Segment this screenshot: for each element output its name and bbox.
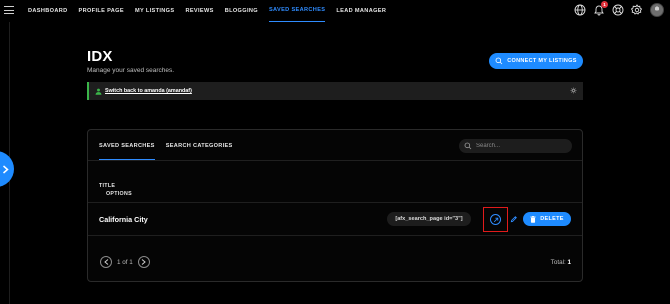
avatar[interactable] [650,3,664,17]
saved-search-title: California City [99,215,148,224]
page-title: IDX [87,48,113,65]
nav-item-reviews[interactable]: REVIEWS [185,0,213,22]
delete-label: DELETE [540,216,564,222]
chevron-right-icon [3,164,9,174]
top-navigation: DASHBOARD PROFILE PAGE MY LISTINGS REVIE… [0,0,670,22]
connect-my-listings-label: CONNECT MY LISTINGS [507,58,577,64]
search-input[interactable] [476,143,566,149]
settings-icon[interactable] [570,87,577,94]
page-subtitle: Manage your saved searches. [87,67,175,74]
open-search-button[interactable] [483,207,508,232]
switch-back-link[interactable]: Switch back to amanda (amandaf) [105,88,192,94]
delete-button[interactable]: DELETE [523,212,571,226]
search-icon [464,142,472,150]
nav-icons: 1 [568,1,664,17]
nav-item-blogging[interactable]: BLOGGING [225,0,258,22]
search-icon [495,57,503,65]
nav-links: DASHBOARD PROFILE PAGE MY LISTINGS REVIE… [28,0,397,22]
shortcode-badge[interactable]: [afx_search_page id="3"] [387,212,471,226]
total-count: Total: 1 [551,259,571,266]
previous-page-button[interactable] [100,256,112,268]
nav-item-dashboard[interactable]: DASHBOARD [28,0,68,22]
sidebar-expand-button[interactable] [0,151,14,187]
column-header-options: OPTIONS [106,191,132,197]
page-indicator: 1 of 1 [117,258,133,266]
total-label: Total: [550,259,566,266]
bell-icon[interactable]: 1 [592,1,608,17]
notification-badge: 1 [601,1,608,8]
connect-my-listings-button[interactable]: CONNECT MY LISTINGS [489,53,583,69]
impersonation-notice: Switch back to amanda (amandaf) [87,82,583,100]
edit-icon[interactable] [509,214,519,224]
menu-icon[interactable] [4,6,14,14]
nav-item-saved-searches[interactable]: SAVED SEARCHES [268,0,326,22]
tab-saved-searches[interactable]: SAVED SEARCHES [99,136,155,160]
globe-icon[interactable] [573,3,587,17]
user-icon [95,88,102,95]
tabs: SAVED SEARCHES SEARCH CATEGORIES [99,136,244,160]
saved-searches-card: SAVED SEARCHES SEARCH CATEGORIES TITLE O… [87,129,583,282]
gear-icon[interactable] [630,3,644,17]
external-link-icon [490,214,501,225]
next-page-button[interactable] [137,256,150,268]
nav-item-lead-manager[interactable]: LEAD MANAGER [336,0,386,22]
chevron-right-icon [141,259,147,265]
tab-search-categories[interactable]: SEARCH CATEGORIES [166,136,233,160]
nav-item-profile-page[interactable]: PROFILE PAGE [79,0,124,22]
nav-item-my-listings[interactable]: MY LISTINGS [135,0,175,22]
search-box [459,139,572,153]
tabs-divider [88,160,582,161]
column-header-title: TITLE [99,183,116,189]
pagination: 1 of 1 [100,256,150,268]
trash-icon [530,215,536,223]
chevron-left-icon [103,259,108,265]
table-row: California City [afx_search_page id="3"]… [88,202,582,236]
support-icon[interactable] [611,3,625,17]
total-value: 1 [567,259,571,266]
